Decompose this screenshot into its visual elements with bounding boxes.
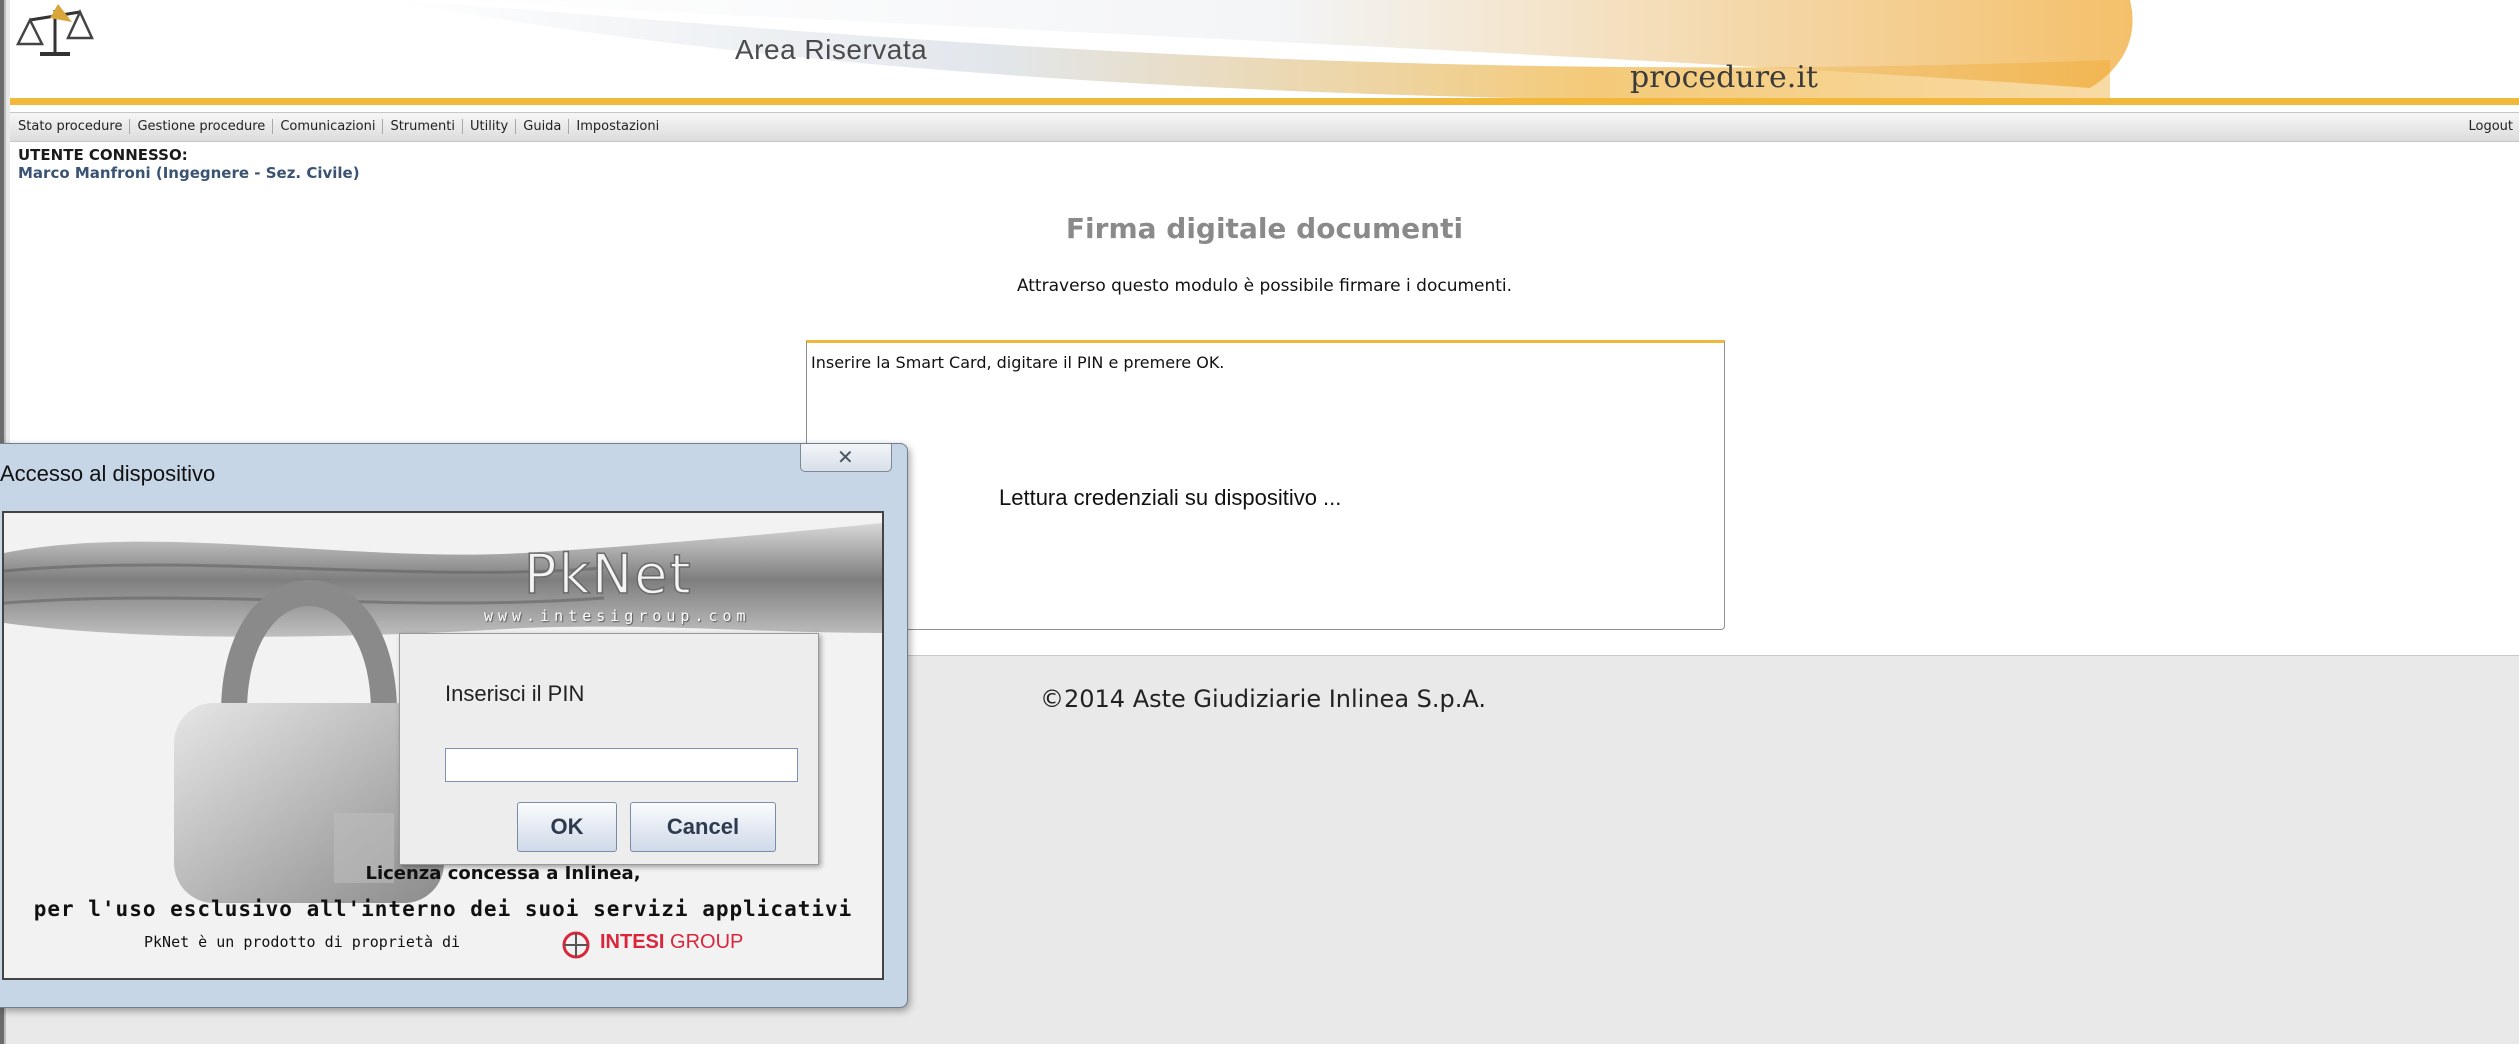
nav-comunicazioni[interactable]: Comunicazioni [273,119,384,134]
pin-input[interactable] [445,748,798,782]
license-line-1: Licenza concessa a Inlinea, [365,863,641,884]
license-line-3: PkNet è un prodotto di proprietà di [144,933,461,951]
signature-applet-panel: Inserire la Smart Card, digitare il PIN … [806,340,1725,630]
logout-link[interactable]: Logout [2468,119,2513,134]
intesi-group-logo-icon [562,931,590,959]
scales-of-justice-icon [15,4,94,56]
nav-guida[interactable]: Guida [516,119,570,134]
device-access-dialog: Accesso al dispositivo ✕ PkNet www.intes… [0,443,908,1008]
header-banner: Area Riservata procedure.it [10,0,2519,105]
pknet-splash: PkNet www.intesigroup.com Inserisci il P… [2,511,884,980]
nav-strumenti[interactable]: Strumenti [383,119,463,134]
intesi-word: INTESI [600,931,665,953]
ok-button[interactable]: OK [517,802,617,852]
pknet-url: www.intesigroup.com [484,607,751,625]
banner-swoosh-graphic [10,0,2519,105]
reading-status-text: Lettura credenziali su dispositivo ... [999,485,1342,510]
smartcard-instruction: Inserire la Smart Card, digitare il PIN … [811,353,1225,372]
copyright-footer: ©2014 Aste Giudiziarie Inlinea S.p.A. [1040,685,1487,713]
nav-stato-procedure[interactable]: Stato procedure [18,119,131,134]
connected-user-name: Marco Manfroni (Ingegnere - Sez. Civile) [18,164,360,182]
dialog-close-button[interactable]: ✕ [800,444,892,472]
pin-entry-panel: Inserisci il PIN OK Cancel [399,633,819,865]
procedure-logo-text: procedure.it [1630,60,1818,95]
main-nav: Stato procedure Gestione procedure Comun… [10,112,2519,142]
page-subtitle: Attraverso questo modulo è possibile fir… [1016,276,1513,296]
pin-label: Inserisci il PIN [445,681,585,706]
cancel-button[interactable]: Cancel [630,802,776,852]
close-icon: ✕ [837,445,854,469]
page-title: Firma digitale documenti [1065,212,1464,245]
pknet-logo: PkNet [523,542,693,607]
connected-user-label: UTENTE CONNESSO: [18,146,188,164]
group-word: GROUP [670,931,744,953]
banner-title: Area Riservata [735,34,928,65]
nav-utility[interactable]: Utility [463,119,517,134]
intesi-group-logo-text: INTESI GROUP [600,931,743,954]
dialog-title: Accesso al dispositivo [0,461,216,486]
nav-impostazioni[interactable]: Impostazioni [569,119,666,134]
nav-gestione-procedure[interactable]: Gestione procedure [130,119,274,134]
license-line-2: per l'uso esclusivo all'interno dei suoi… [33,897,853,921]
